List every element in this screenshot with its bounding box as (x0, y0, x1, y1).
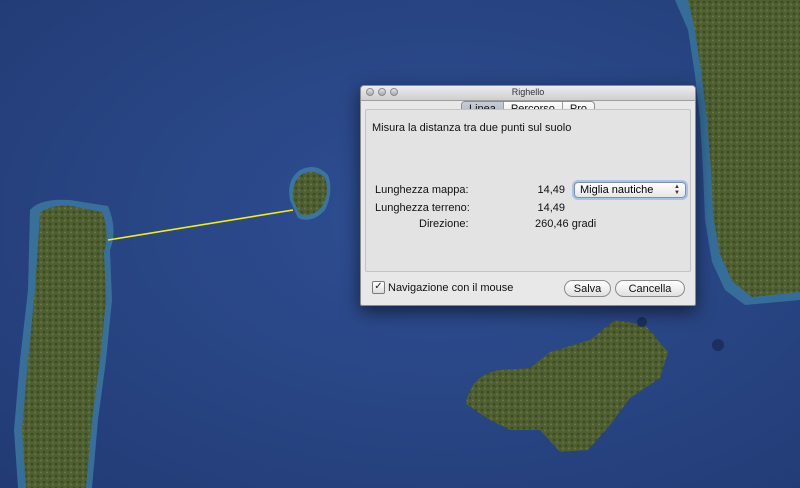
ground-length-label: Lunghezza terreno: (375, 202, 470, 214)
map-length-label: Lunghezza mappa: (375, 184, 469, 196)
unit-select-value: Miglia nautiche (580, 184, 654, 196)
checkmark-icon[interactable]: ✓ (372, 281, 385, 294)
cancel-button[interactable]: Cancella (615, 280, 685, 297)
islet (712, 339, 724, 351)
mouse-navigation-checkbox[interactable]: ✓ Navigazione con il mouse (372, 281, 513, 294)
direction-label: Direzione: (419, 218, 469, 230)
direction-value: 260,46 gradi (535, 218, 597, 230)
ruler-dialog: Righello Linea Percorso Pro Misura la di… (360, 85, 696, 306)
updown-arrows-icon: ▲ ▼ (674, 184, 680, 196)
titlebar[interactable]: Righello (361, 86, 695, 101)
description-text: Misura la distanza tra due punti sul suo… (372, 122, 572, 134)
islet (637, 317, 647, 327)
mouse-navigation-label: Navigazione con il mouse (388, 281, 514, 294)
window-title: Righello (511, 87, 545, 97)
ground-length-value: 14,49 (537, 202, 565, 214)
unit-select[interactable]: Miglia nautiche ▲ ▼ (574, 182, 686, 198)
tab-panel: Misura la distanza tra due punti sul suo… (365, 109, 691, 272)
map-length-value: 14,49 (537, 184, 565, 196)
save-button[interactable]: Salva (564, 280, 611, 297)
